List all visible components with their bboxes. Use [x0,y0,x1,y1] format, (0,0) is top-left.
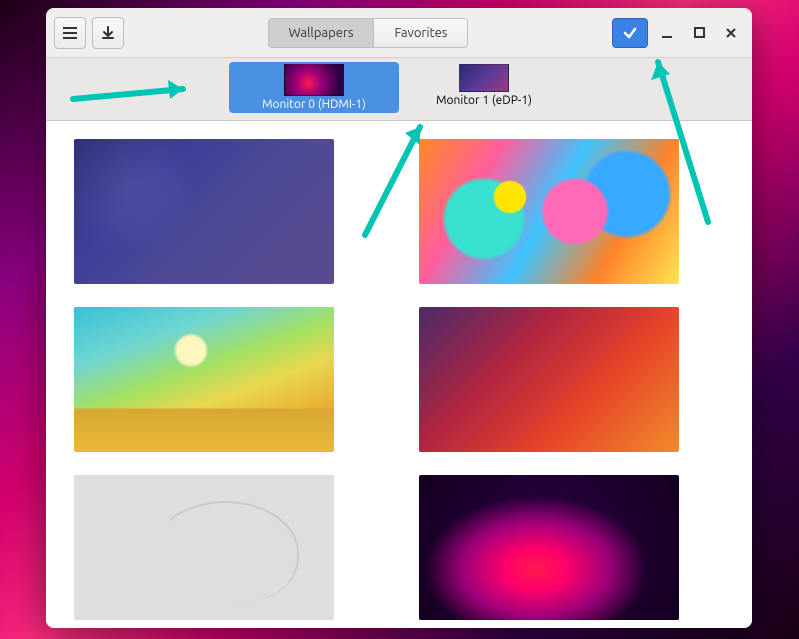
monitor-0-thumb [284,64,344,96]
close-icon [725,27,737,39]
titlebar: Wallpapers Favorites [46,8,752,58]
monitor-0-label: Monitor 0 (HDMI-1) [262,98,366,111]
minimize-icon [661,27,673,39]
monitor-selector: Monitor 0 (HDMI-1) Monitor 1 (eDP-1) [46,58,752,121]
tab-favorites[interactable]: Favorites [374,19,467,47]
maximize-icon [694,27,705,38]
tab-wallpapers[interactable]: Wallpapers [269,19,375,47]
wallpaper-thumb[interactable] [419,139,679,284]
monitor-1-thumb [459,64,509,92]
monitor-1-label: Monitor 1 (eDP-1) [436,94,532,107]
apply-button[interactable] [612,18,648,48]
wallpaper-thumb[interactable] [74,307,334,452]
monitor-1-card[interactable]: Monitor 1 (eDP-1) [399,62,569,109]
wallpaper-thumb[interactable] [74,139,334,284]
hamburger-icon [63,32,77,34]
download-icon [101,26,115,40]
monitor-0-card[interactable]: Monitor 0 (HDMI-1) [229,62,399,113]
wallpaper-thumb[interactable] [74,475,334,620]
minimize-button[interactable] [654,20,680,46]
wallpaper-thumb[interactable] [419,307,679,452]
wallpaper-chooser-window: Wallpapers Favorites Monitor 0 (HDMI-1) … [46,8,752,628]
check-icon [622,25,638,41]
download-button[interactable] [92,17,124,49]
view-tabs: Wallpapers Favorites [268,18,469,48]
menu-button[interactable] [54,17,86,49]
maximize-button[interactable] [686,20,712,46]
wallpaper-thumb[interactable] [419,475,679,620]
close-button[interactable] [718,20,744,46]
wallpaper-grid[interactable] [46,121,752,628]
